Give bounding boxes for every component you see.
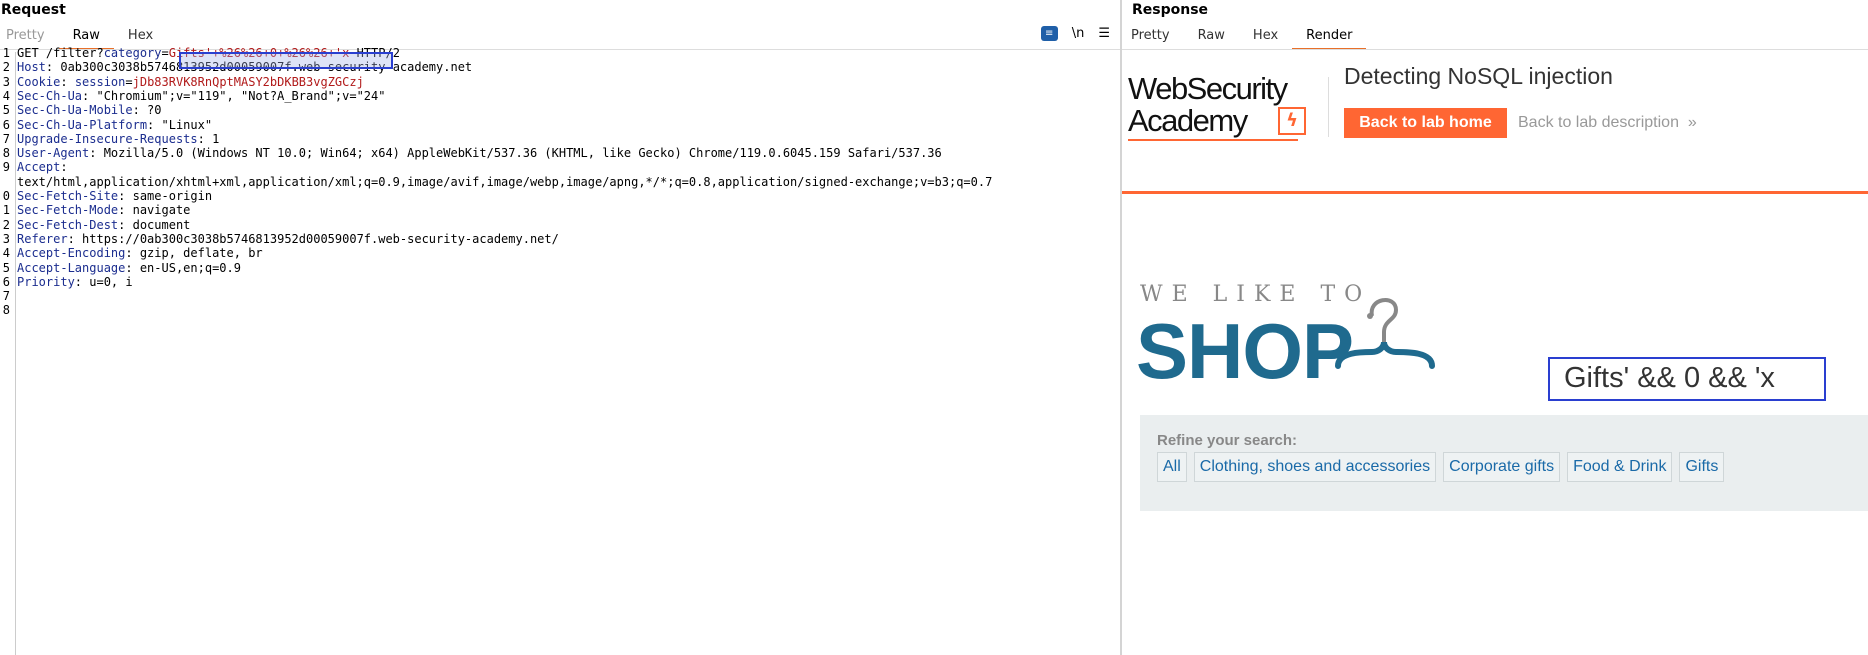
request-title: Request <box>1 2 66 18</box>
code-token: Priority <box>17 274 75 289</box>
code-token: : ?0 <box>132 103 162 118</box>
header-separator <box>1328 77 1329 137</box>
code-token: Host <box>17 60 46 75</box>
response-tab-raw[interactable]: Raw <box>1184 26 1239 48</box>
request-line: Priority: u=0, i <box>17 274 133 291</box>
category-link[interactable]: Corporate gifts <box>1443 452 1561 482</box>
code-token: Upgrade-Insecure-Requests <box>17 131 198 146</box>
code-token: Sec-Fetch-Dest <box>17 217 119 232</box>
code-token: Sec-Ch-Ua-Mobile <box>17 103 133 118</box>
lightning-icon: ϟ <box>1278 107 1306 135</box>
line-number: 3 <box>2 231 10 246</box>
back-to-lab-description-link[interactable]: Back to lab description » <box>1518 114 1697 132</box>
request-pane: Request Pretty Raw Hex ≡ \n ☰ 123456789012… <box>0 0 1120 655</box>
response-tab-render[interactable]: Render <box>1292 26 1367 50</box>
code-token: : u=0, i <box>74 274 133 289</box>
response-pane: Response Pretty Raw Hex Render WebSecurity … <box>1122 0 1868 655</box>
code-token: Referer <box>17 231 68 246</box>
code-token: = <box>125 74 133 89</box>
back-to-lab-home-button[interactable]: Back to lab home <box>1344 108 1507 138</box>
line-number: 2 <box>2 217 10 232</box>
code-token: Sec-Fetch-Site <box>17 189 119 203</box>
code-token: Sec-Ch-Ua-Platform <box>17 117 148 132</box>
request-toolbar: ≡ \n ☰ <box>1040 26 1110 41</box>
category-filters: All Clothing, shoes and accessories Corpor… <box>1157 452 1725 482</box>
line-number: 2 <box>2 60 10 75</box>
line-number: 7 <box>2 131 10 146</box>
line-number: 6 <box>2 117 10 132</box>
line-number-gutter: 123456789012345678 <box>0 46 16 655</box>
code-token: Accept-Encoding <box>17 246 126 261</box>
code-token: : document <box>118 217 191 232</box>
response-title: Response <box>1132 2 1209 18</box>
code-token: : <box>60 74 75 89</box>
line-number: 6 <box>2 274 10 289</box>
code-token: User-Agent <box>17 146 90 161</box>
response-tab-hex[interactable]: Hex <box>1239 26 1292 48</box>
category-link[interactable]: Food & Drink <box>1567 452 1673 482</box>
code-token: session <box>74 74 126 89</box>
code-token: Sec-Ch-Ua <box>17 88 83 103</box>
code-token: Cookie <box>17 74 61 89</box>
response-tab-pretty[interactable]: Pretty <box>1122 26 1184 48</box>
line-number: 5 <box>2 260 10 275</box>
request-line: User-Agent: Mozilla/5.0 (Windows NT 10.0… <box>17 145 942 162</box>
rendered-page: WebSecurity Academy ϟ Detecting NoSQL in… <box>1122 51 1868 655</box>
refine-label: Refine your search: <box>1157 432 1298 449</box>
line-number: 7 <box>2 289 10 304</box>
category-link[interactable]: All <box>1157 452 1187 482</box>
code-token: : "Chromium";v="119", "Not?A_Brand";v="2… <box>82 88 386 103</box>
line-number: 5 <box>2 103 10 118</box>
code-token: : "Linux" <box>147 117 213 132</box>
code-token: Sec-Fetch-Mode <box>17 203 119 218</box>
newline-toggle[interactable]: \n <box>1072 26 1085 41</box>
code-token: GET /filter? <box>17 46 104 60</box>
hanger-icon <box>1335 298 1435 369</box>
response-tabs: Pretty Raw Hex Render <box>1122 26 1367 50</box>
line-number: 3 <box>2 74 10 89</box>
line-number: 8 <box>2 146 10 161</box>
code-token: : 1 <box>197 131 220 146</box>
academy-logo[interactable]: WebSecurity Academy ϟ <box>1128 71 1328 143</box>
word-wrap-icon[interactable]: ≡ <box>1040 26 1058 41</box>
code-token: Accept <box>17 160 61 175</box>
line-number: 1 <box>2 203 10 218</box>
code-token: = <box>161 46 169 60</box>
header-rule <box>1122 191 1868 194</box>
lab-title: Detecting NoSQL injection <box>1344 63 1613 89</box>
double-chevron-icon: » <box>1683 114 1697 131</box>
code-token: : Mozilla/5.0 (Windows NT 10.0; Win64; x… <box>89 146 942 161</box>
category-link[interactable]: Clothing, shoes and accessories <box>1193 452 1437 482</box>
category-link[interactable]: Gifts <box>1679 452 1725 482</box>
selection-highlight <box>179 52 393 69</box>
line-number: 4 <box>2 246 10 261</box>
code-token: : <box>60 160 68 175</box>
logo-underline <box>1128 139 1298 141</box>
code-token: : https://0ab300c3038b5746813952d0005900… <box>67 231 559 246</box>
line-number: 0 <box>2 189 10 203</box>
logo-text-1: WebSecurity <box>1128 71 1288 106</box>
tab-divider <box>1122 49 1868 50</box>
line-number: 8 <box>2 303 10 318</box>
category-heading: Gifts' && 0 && 'x <box>1548 357 1826 401</box>
refine-panel: Refine your search: All Clothing, shoes a… <box>1140 415 1868 511</box>
line-number: 1 <box>2 46 10 60</box>
code-token: text/html,application/xhtml+xml,applicat… <box>17 174 993 189</box>
code-token: : gzip, deflate, br <box>125 246 263 261</box>
code-token: : en-US,en;q=0.9 <box>125 260 241 275</box>
code-token: : navigate <box>118 203 191 218</box>
back-description-label: Back to lab description <box>1518 114 1679 131</box>
code-token: : same-origin <box>118 189 213 203</box>
shop-title: SHOP <box>1136 307 1354 395</box>
code-token: category <box>103 46 162 60</box>
line-number: 9 <box>2 160 10 175</box>
code-token: jDb83RVK8RnQptMASY2bDKBB3vgZGCzj <box>132 74 364 89</box>
logo-text-2: Academy <box>1128 103 1248 138</box>
hamburger-icon[interactable]: ☰ <box>1098 26 1110 41</box>
code-token: Accept-Language <box>17 260 126 275</box>
line-number: 4 <box>2 88 10 103</box>
